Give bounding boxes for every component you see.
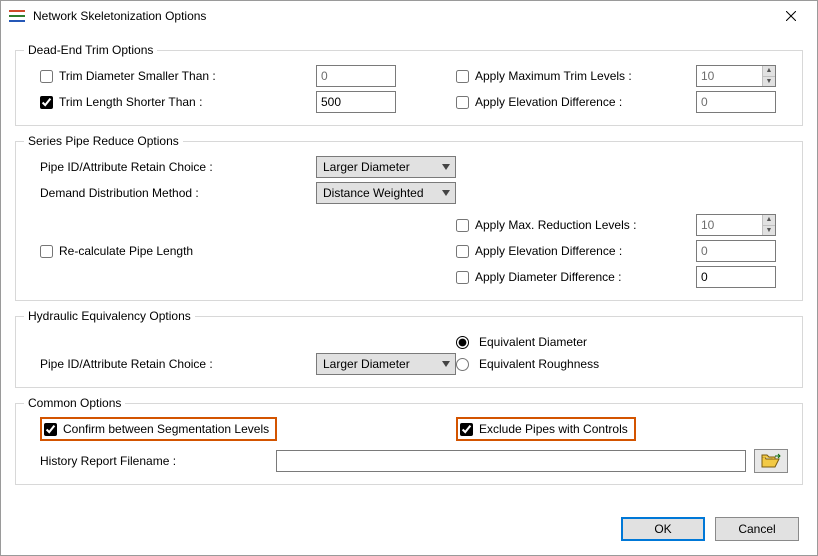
- deadend-apply-elev-checkbox-input[interactable]: [456, 96, 469, 109]
- dialog-window: Network Skeletonization Options Dead-End…: [0, 0, 818, 556]
- equiv-roughness-radio[interactable]: Equivalent Roughness: [456, 357, 599, 371]
- equiv-roughness-radio-input[interactable]: [456, 358, 469, 371]
- deadend-elev-value[interactable]: [696, 91, 776, 113]
- demand-method-value: Distance Weighted: [323, 186, 424, 200]
- series-apply-elev-label: Apply Elevation Difference :: [475, 244, 622, 258]
- trim-length-label: Trim Length Shorter Than :: [59, 95, 202, 109]
- apply-diam-diff-checkbox-input[interactable]: [456, 271, 469, 284]
- apply-max-trim-checkbox-input[interactable]: [456, 70, 469, 83]
- max-trim-value[interactable]: [697, 66, 762, 86]
- series-apply-elev-checkbox[interactable]: Apply Elevation Difference :: [456, 244, 622, 258]
- apply-max-red-checkbox-input[interactable]: [456, 219, 469, 232]
- trim-diameter-checkbox-input[interactable]: [40, 70, 53, 83]
- apply-max-red-checkbox[interactable]: Apply Max. Reduction Levels :: [456, 218, 636, 232]
- ok-button[interactable]: OK: [621, 517, 705, 541]
- apply-max-red-label: Apply Max. Reduction Levels :: [475, 218, 636, 232]
- spinner-up[interactable]: ▲: [763, 66, 775, 77]
- close-icon: [786, 11, 796, 21]
- deadend-apply-elev-checkbox[interactable]: Apply Elevation Difference :: [456, 95, 622, 109]
- exclude-label: Exclude Pipes with Controls: [479, 422, 628, 436]
- equiv-diameter-radio[interactable]: Equivalent Diameter: [456, 335, 587, 349]
- hydraulic-retain-combo[interactable]: Larger Diameter: [316, 353, 456, 375]
- hydraulic-group: Hydraulic Equivalency Options Equivalent…: [15, 309, 803, 388]
- apply-max-trim-checkbox[interactable]: Apply Maximum Trim Levels :: [456, 69, 632, 83]
- equiv-diameter-label: Equivalent Diameter: [479, 335, 587, 349]
- confirm-highlight: Confirm between Segmentation Levels: [40, 417, 277, 441]
- diam-diff-value[interactable]: [696, 266, 776, 288]
- recalc-checkbox-input[interactable]: [40, 245, 53, 258]
- max-red-value[interactable]: [697, 215, 762, 235]
- deadend-apply-elev-label: Apply Elevation Difference :: [475, 95, 622, 109]
- folder-open-icon: [761, 453, 781, 469]
- cancel-button[interactable]: Cancel: [715, 517, 799, 541]
- history-filename-input[interactable]: [276, 450, 746, 472]
- confirm-label: Confirm between Segmentation Levels: [63, 422, 269, 436]
- confirm-checkbox-input[interactable]: [44, 423, 57, 436]
- confirm-checkbox[interactable]: Confirm between Segmentation Levels: [44, 422, 269, 436]
- series-apply-elev-checkbox-input[interactable]: [456, 245, 469, 258]
- trim-length-value[interactable]: [316, 91, 396, 113]
- chevron-down-icon: [437, 157, 455, 177]
- equiv-roughness-label: Equivalent Roughness: [479, 357, 599, 371]
- demand-method-combo[interactable]: Distance Weighted: [316, 182, 456, 204]
- app-icon: [9, 8, 25, 24]
- chevron-down-icon: [437, 354, 455, 374]
- series-legend: Series Pipe Reduce Options: [24, 134, 183, 148]
- apply-max-trim-label: Apply Maximum Trim Levels :: [475, 69, 632, 83]
- trim-diameter-checkbox[interactable]: Trim Diameter Smaller Than :: [40, 69, 216, 83]
- dialog-buttons: OK Cancel: [621, 517, 799, 541]
- history-label: History Report Filename :: [40, 454, 176, 468]
- client-area: Dead-End Trim Options Trim Diameter Smal…: [1, 31, 817, 497]
- window-title: Network Skeletonization Options: [33, 9, 771, 23]
- spinner-down[interactable]: ▼: [763, 226, 775, 236]
- apply-diam-diff-label: Apply Diameter Difference :: [475, 270, 622, 284]
- common-legend: Common Options: [24, 396, 125, 410]
- hydraulic-legend: Hydraulic Equivalency Options: [24, 309, 195, 323]
- chevron-down-icon: [437, 183, 455, 203]
- max-trim-spinner[interactable]: ▲ ▼: [696, 65, 776, 87]
- title-bar: Network Skeletonization Options: [1, 1, 817, 31]
- series-retain-label: Pipe ID/Attribute Retain Choice :: [40, 160, 213, 174]
- recalc-checkbox[interactable]: Re-calculate Pipe Length: [40, 244, 193, 258]
- hydraulic-retain-label: Pipe ID/Attribute Retain Choice :: [40, 357, 213, 371]
- hydraulic-retain-value: Larger Diameter: [323, 357, 410, 371]
- spinner-up[interactable]: ▲: [763, 215, 775, 226]
- browse-button[interactable]: [754, 449, 788, 473]
- equiv-diameter-radio-input[interactable]: [456, 336, 469, 349]
- series-retain-combo[interactable]: Larger Diameter: [316, 156, 456, 178]
- recalc-label: Re-calculate Pipe Length: [59, 244, 193, 258]
- series-retain-value: Larger Diameter: [323, 160, 410, 174]
- max-red-spinner[interactable]: ▲ ▼: [696, 214, 776, 236]
- series-elev-value[interactable]: [696, 240, 776, 262]
- spinner-down[interactable]: ▼: [763, 77, 775, 87]
- exclude-checkbox[interactable]: Exclude Pipes with Controls: [460, 422, 628, 436]
- trim-length-checkbox-input[interactable]: [40, 96, 53, 109]
- series-group: Series Pipe Reduce Options Pipe ID/Attri…: [15, 134, 803, 301]
- deadend-legend: Dead-End Trim Options: [24, 43, 157, 57]
- demand-method-label: Demand Distribution Method :: [40, 186, 199, 200]
- common-group: Common Options Confirm between Segmentat…: [15, 396, 803, 485]
- exclude-checkbox-input[interactable]: [460, 423, 473, 436]
- deadend-group: Dead-End Trim Options Trim Diameter Smal…: [15, 43, 803, 126]
- close-button[interactable]: [771, 2, 811, 30]
- trim-diameter-value[interactable]: [316, 65, 396, 87]
- exclude-highlight: Exclude Pipes with Controls: [456, 417, 636, 441]
- trim-length-checkbox[interactable]: Trim Length Shorter Than :: [40, 95, 202, 109]
- apply-diam-diff-checkbox[interactable]: Apply Diameter Difference :: [456, 270, 622, 284]
- trim-diameter-label: Trim Diameter Smaller Than :: [59, 69, 216, 83]
